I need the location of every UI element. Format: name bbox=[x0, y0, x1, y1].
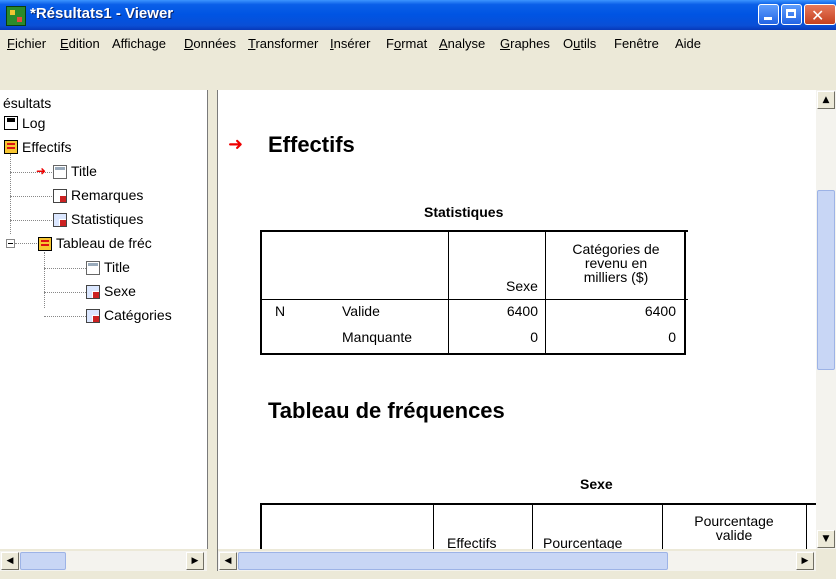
tree-item-remarques[interactable]: Remarques bbox=[71, 186, 143, 204]
scroll-up-button[interactable]: ▲ bbox=[817, 91, 835, 109]
tree-item-statistiques[interactable]: Statistiques bbox=[71, 210, 143, 228]
menu-graphes[interactable]: Graphes bbox=[500, 36, 550, 51]
row-label-manquante: Manquante bbox=[342, 329, 413, 345]
scroll-left-button[interactable]: ◀ bbox=[219, 552, 237, 570]
tree-root[interactable]: ésultats bbox=[3, 94, 51, 112]
tree-item-tableau[interactable]: Tableau de fréc bbox=[56, 234, 152, 252]
content-scroll-thumb[interactable] bbox=[238, 552, 668, 570]
col-header-pct-valide-2: valide bbox=[715, 527, 753, 543]
status-bar bbox=[0, 571, 836, 579]
tableau-icon bbox=[38, 237, 52, 251]
stats-table-caption: Statistiques bbox=[424, 204, 504, 220]
tree-item-categories[interactable]: Catégories bbox=[104, 306, 172, 324]
log-icon bbox=[4, 116, 18, 130]
categories-icon bbox=[86, 309, 100, 323]
tree-line bbox=[44, 252, 45, 308]
heading-tableau-frequences[interactable]: Tableau de fréquences bbox=[268, 398, 505, 424]
tree-line bbox=[44, 268, 86, 269]
tree-item-title[interactable]: Title bbox=[71, 162, 97, 180]
menu-donnees[interactable]: Données bbox=[184, 36, 236, 51]
tree-line bbox=[10, 196, 52, 197]
menu-affichage[interactable]: Affichage bbox=[112, 36, 166, 51]
tree-line bbox=[44, 316, 86, 317]
col-header-effectifs: Effectifs bbox=[447, 535, 497, 550]
tree-horizontal-scrollbar[interactable]: ◀ ▶ bbox=[0, 551, 207, 571]
row-label-valide: Valide bbox=[342, 303, 380, 319]
tree-line bbox=[44, 292, 86, 293]
tree-scroll-thumb[interactable] bbox=[20, 552, 66, 570]
tree-item-title2[interactable]: Title bbox=[104, 258, 130, 276]
menu-fichier[interactable]: Fichier bbox=[7, 36, 46, 51]
vertical-scroll-thumb[interactable] bbox=[817, 190, 835, 370]
scroll-left-button[interactable]: ◀ bbox=[1, 552, 19, 570]
cell-manquante-sexe: 0 bbox=[530, 329, 538, 345]
row-label-n: N bbox=[275, 303, 286, 319]
menu-transformer[interactable]: Transformer bbox=[248, 36, 318, 51]
col-header-pourcentage: Pourcentage bbox=[543, 535, 623, 550]
scroll-down-button[interactable]: ▼ bbox=[817, 530, 835, 548]
app-icon[interactable] bbox=[6, 6, 26, 26]
maximize-icon bbox=[786, 9, 796, 18]
menu-aide[interactable]: Aide bbox=[675, 36, 701, 51]
content-pane[interactable]: ➜ Effectifs Statistiques Sexe Catégories… bbox=[218, 90, 816, 549]
scroll-right-button[interactable]: ▶ bbox=[796, 552, 814, 570]
content-horizontal-scrollbar[interactable]: ◀ ▶ bbox=[218, 551, 816, 571]
collapse-icon[interactable] bbox=[6, 239, 15, 248]
tree-item-sexe[interactable]: Sexe bbox=[104, 282, 136, 300]
cell-manquante-categories: 0 bbox=[668, 329, 676, 345]
sexe-icon bbox=[86, 285, 100, 299]
tree-line bbox=[10, 220, 52, 221]
window-title: *Résultats1 - Viewer bbox=[30, 5, 174, 22]
tree-item-log[interactable]: Log bbox=[22, 114, 45, 132]
menu-format[interactable]: Format bbox=[386, 36, 427, 51]
frame-border bbox=[0, 58, 836, 90]
menu-edition[interactable]: Edition bbox=[60, 36, 100, 51]
tree-item-effectifs[interactable]: Effectifs bbox=[22, 138, 72, 156]
tree-line bbox=[15, 243, 37, 244]
scroll-right-button[interactable]: ▶ bbox=[186, 552, 204, 570]
vertical-scrollbar[interactable]: ▲ ▼ bbox=[816, 90, 836, 549]
effectifs-icon bbox=[4, 140, 18, 154]
statistiques-icon bbox=[53, 213, 67, 227]
title-bar[interactable]: *Résultats1 - Viewer ✕ bbox=[0, 0, 836, 30]
minimize-button[interactable] bbox=[758, 4, 779, 25]
pane-splitter[interactable] bbox=[208, 90, 218, 579]
current-arrow-icon: ➜ bbox=[36, 164, 47, 178]
heading-effectifs[interactable]: Effectifs bbox=[268, 132, 355, 158]
maximize-button[interactable] bbox=[781, 4, 802, 25]
current-arrow-icon: ➜ bbox=[228, 134, 244, 155]
close-icon: ✕ bbox=[811, 6, 825, 25]
minimize-icon bbox=[764, 17, 772, 20]
freq-table-caption: Sexe bbox=[580, 476, 613, 492]
remarques-icon bbox=[53, 189, 67, 203]
close-button[interactable]: ✕ bbox=[804, 4, 836, 25]
menu-fenetre[interactable]: Fenêtre bbox=[614, 36, 659, 51]
title-icon bbox=[86, 261, 100, 275]
outline-pane[interactable]: ésultats Log Effectifs ➜ Title Remarques… bbox=[0, 90, 208, 549]
menu-inserer[interactable]: Insérer bbox=[330, 36, 370, 51]
menu-bar: Fichier Edition Affichage Données Transf… bbox=[0, 30, 836, 59]
menu-analyse[interactable]: Analyse bbox=[439, 36, 485, 51]
title-icon bbox=[53, 165, 67, 179]
col-header-categories-3: milliers ($) bbox=[583, 269, 649, 285]
menu-outils[interactable]: Outils bbox=[563, 36, 596, 51]
cell-valide-categories: 6400 bbox=[644, 303, 676, 319]
col-header-sexe: Sexe bbox=[506, 278, 538, 294]
cell-valide-sexe: 6400 bbox=[506, 303, 538, 319]
tree-line bbox=[10, 154, 11, 234]
